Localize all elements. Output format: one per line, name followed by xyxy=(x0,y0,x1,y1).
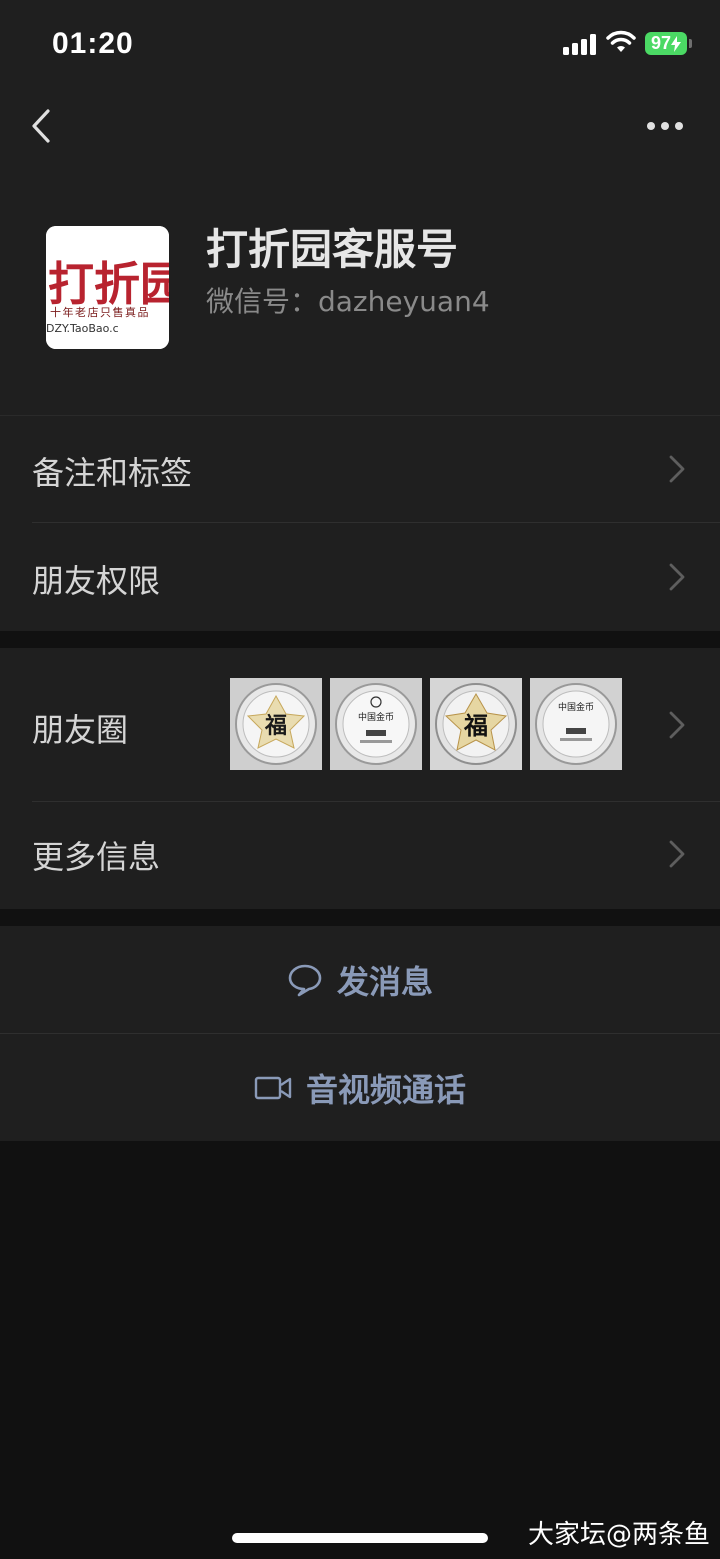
send-message-button[interactable]: 发消息 xyxy=(0,926,720,1033)
moments-row[interactable]: 朋友圈 福 中国金币 福 中国金币 xyxy=(0,648,720,801)
more-button[interactable] xyxy=(640,108,690,144)
svg-text:福: 福 xyxy=(264,713,287,739)
svg-text:中国金币: 中国金币 xyxy=(358,711,394,723)
moments-photo-3: 福 xyxy=(430,678,522,770)
video-call-button[interactable]: 音视频通话 xyxy=(0,1034,720,1141)
charging-bolt-icon xyxy=(671,35,682,52)
svg-text:DZY.TaoBao.c: DZY.TaoBao.c xyxy=(46,322,119,335)
back-button[interactable] xyxy=(26,105,62,149)
more-dots-icon xyxy=(647,122,683,130)
watermark: 大家坛@两条鱼 xyxy=(528,1520,711,1550)
video-camera-icon xyxy=(254,1076,292,1099)
profile-header: 打折园 十年老店只售真品 DZY.TaoBao.c 打折园客服号 微信号：daz… xyxy=(0,170,720,415)
wechat-id: 微信号：dazheyuan4 xyxy=(206,285,490,318)
video-call-label: 音视频通话 xyxy=(305,1070,466,1109)
moments-photo-1: 福 xyxy=(230,678,322,770)
chevron-left-icon xyxy=(32,109,50,143)
svg-text:中国金币: 中国金币 xyxy=(558,701,594,713)
friend-permissions-label: 朋友权限 xyxy=(32,562,161,600)
battery-cap xyxy=(689,39,692,48)
battery-level: 97 xyxy=(650,33,672,53)
send-message-label: 发消息 xyxy=(336,962,433,1001)
cellular-signal-icon xyxy=(563,33,599,55)
more-info-label: 更多信息 xyxy=(32,838,161,876)
contact-name: 打折园客服号 xyxy=(206,225,459,274)
svg-text:打折园: 打折园 xyxy=(48,257,169,311)
remarks-tags-label: 备注和标签 xyxy=(32,454,193,492)
friend-permissions-row[interactable]: 朋友权限 xyxy=(0,523,720,631)
chevron-right-icon xyxy=(669,455,685,483)
chevron-right-icon xyxy=(669,563,685,591)
actions-group: 发消息 音视频通话 xyxy=(0,926,720,1141)
nav-bar xyxy=(0,90,720,170)
info-group: 朋友圈 福 中国金币 福 中国金币 更多信息 xyxy=(0,648,720,909)
svg-text:福: 福 xyxy=(463,711,488,740)
wifi-icon xyxy=(606,30,636,52)
svg-text:十年老店只售真品: 十年老店只售真品 xyxy=(50,305,150,319)
home-indicator[interactable] xyxy=(232,1533,488,1543)
chevron-right-icon xyxy=(669,711,685,739)
status-bar: 01:20 97 xyxy=(0,0,720,90)
settings-group: 备注和标签 朋友权限 xyxy=(0,415,720,631)
remarks-tags-row[interactable]: 备注和标签 xyxy=(0,415,720,522)
chat-bubble-icon xyxy=(288,964,322,996)
avatar-logo: 打折园 十年老店只售真品 DZY.TaoBao.c xyxy=(46,226,169,349)
moments-label: 朋友圈 xyxy=(32,711,129,749)
battery-icon: 97 xyxy=(645,32,687,55)
status-time: 01:20 xyxy=(52,27,134,60)
avatar[interactable]: 打折园 十年老店只售真品 DZY.TaoBao.c xyxy=(46,226,169,349)
more-info-row[interactable]: 更多信息 xyxy=(0,802,720,909)
chevron-right-icon xyxy=(669,840,685,868)
moments-photo-4: 中国金币 xyxy=(530,678,622,770)
moments-photo-2: 中国金币 xyxy=(330,678,422,770)
